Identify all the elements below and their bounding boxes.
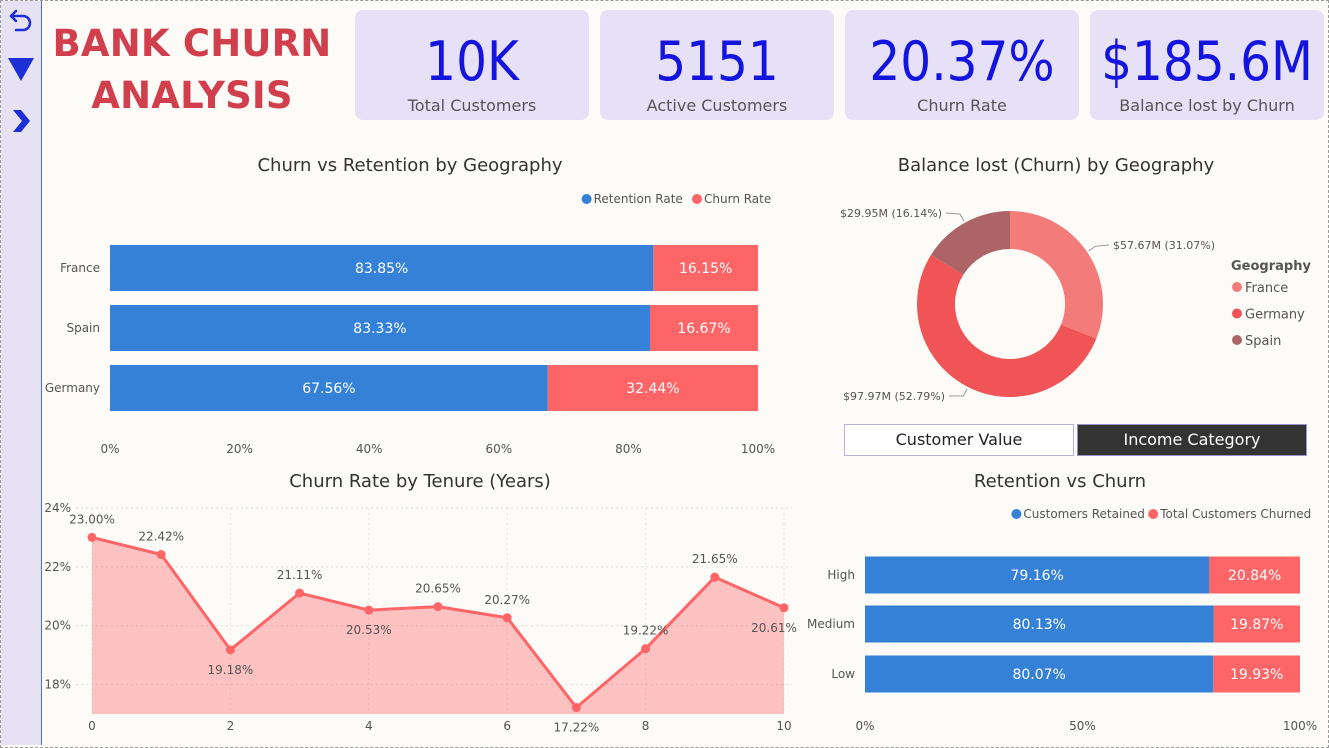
legend-marker — [1011, 509, 1022, 519]
x-tick-label: 2 — [227, 719, 235, 733]
y-tick-label: 20% — [44, 619, 71, 633]
category-label: Spain — [66, 321, 100, 335]
x-tick-label: 0 — [88, 719, 96, 733]
slice-label: $57.67M (31.07%) — [1113, 239, 1215, 252]
data-label: 16.15% — [679, 261, 732, 277]
legend-title: Geography — [1231, 259, 1311, 274]
data-label: 83.85% — [355, 261, 408, 277]
data-point — [779, 603, 789, 613]
legend-label: Customers Retained — [1023, 507, 1145, 521]
x-tick-label: 10 — [776, 719, 791, 733]
data-point — [225, 645, 235, 655]
data-label: 32.44% — [626, 381, 679, 397]
data-label: 80.07% — [1012, 667, 1065, 683]
x-tick-label: 6 — [503, 719, 511, 733]
category-label: France — [60, 261, 100, 275]
data-point — [710, 572, 720, 582]
category-label: High — [827, 568, 855, 582]
category-label: Medium — [807, 617, 855, 631]
data-point — [295, 588, 305, 598]
legend-marker — [1232, 282, 1242, 292]
legend-marker — [692, 194, 702, 204]
data-label: 19.18% — [208, 663, 254, 677]
legend-label: Total Customers Churned — [1159, 507, 1311, 521]
data-label: 19.22% — [623, 624, 669, 638]
data-label: 21.11% — [277, 568, 323, 582]
data-label: 80.13% — [1013, 617, 1066, 633]
data-label: 20.65% — [415, 582, 461, 596]
category-label: Low — [831, 667, 855, 681]
data-label: 16.67% — [677, 321, 730, 337]
data-point — [571, 703, 581, 713]
slice-label: $97.97M (52.79%) — [843, 390, 945, 403]
data-label: 20.84% — [1228, 568, 1281, 584]
legend-marker — [1232, 335, 1242, 345]
data-point — [156, 549, 166, 559]
legend-label: Churn Rate — [704, 192, 771, 206]
x-tick-label: 0% — [855, 719, 874, 733]
data-point — [364, 605, 374, 615]
legend-marker — [1232, 308, 1242, 319]
data-label: 79.16% — [1010, 568, 1063, 584]
data-label: 21.65% — [692, 552, 738, 566]
leader-line — [945, 212, 965, 222]
x-tick-label: 50% — [1069, 719, 1096, 733]
x-tick-label: 60% — [485, 442, 512, 456]
legend-label: France — [1245, 281, 1288, 296]
legend-marker — [1148, 509, 1159, 519]
legend-label: Germany — [1245, 308, 1305, 323]
data-label: 22.42% — [138, 529, 184, 543]
data-label: 19.93% — [1230, 667, 1283, 683]
y-tick-label: 24% — [44, 501, 71, 515]
legend-marker — [581, 194, 592, 204]
legend-label: Spain — [1245, 334, 1281, 349]
y-tick-label: 22% — [44, 560, 71, 574]
data-label: 83.33% — [353, 321, 406, 337]
y-tick-label: 18% — [44, 678, 71, 692]
leader-line — [1088, 244, 1110, 252]
area-fill — [92, 537, 784, 714]
data-label: 20.27% — [484, 593, 530, 607]
legend-label: Retention Rate — [594, 192, 683, 206]
data-label: 67.56% — [302, 381, 355, 397]
leader-line — [948, 388, 968, 397]
x-tick-label: 40% — [356, 442, 383, 456]
x-tick-label: 4 — [365, 719, 373, 733]
slice-label: $29.95M (16.14%) — [840, 207, 942, 220]
data-label: 23.00% — [69, 512, 115, 526]
x-tick-label: 80% — [615, 442, 642, 456]
data-label: 17.22% — [554, 721, 600, 735]
charts-canvas: France 83.85% 16.15% Spain 83.33% 16.67% Germa… — [44, 192, 1317, 735]
x-tick-label: 0% — [100, 442, 119, 456]
x-tick-label: 8 — [642, 719, 650, 733]
data-label: 19.87% — [1230, 617, 1283, 633]
data-label: 20.61% — [751, 621, 797, 635]
data-point — [502, 613, 512, 623]
data-point — [641, 644, 651, 654]
x-tick-label: 100% — [741, 442, 775, 456]
category-label: Germany — [45, 381, 100, 395]
data-point — [433, 602, 443, 612]
data-point — [87, 532, 97, 542]
data-label: 20.53% — [346, 623, 392, 637]
x-tick-label: 100% — [1283, 719, 1317, 733]
donut-slice — [1010, 211, 1103, 339]
x-tick-label: 20% — [226, 442, 253, 456]
